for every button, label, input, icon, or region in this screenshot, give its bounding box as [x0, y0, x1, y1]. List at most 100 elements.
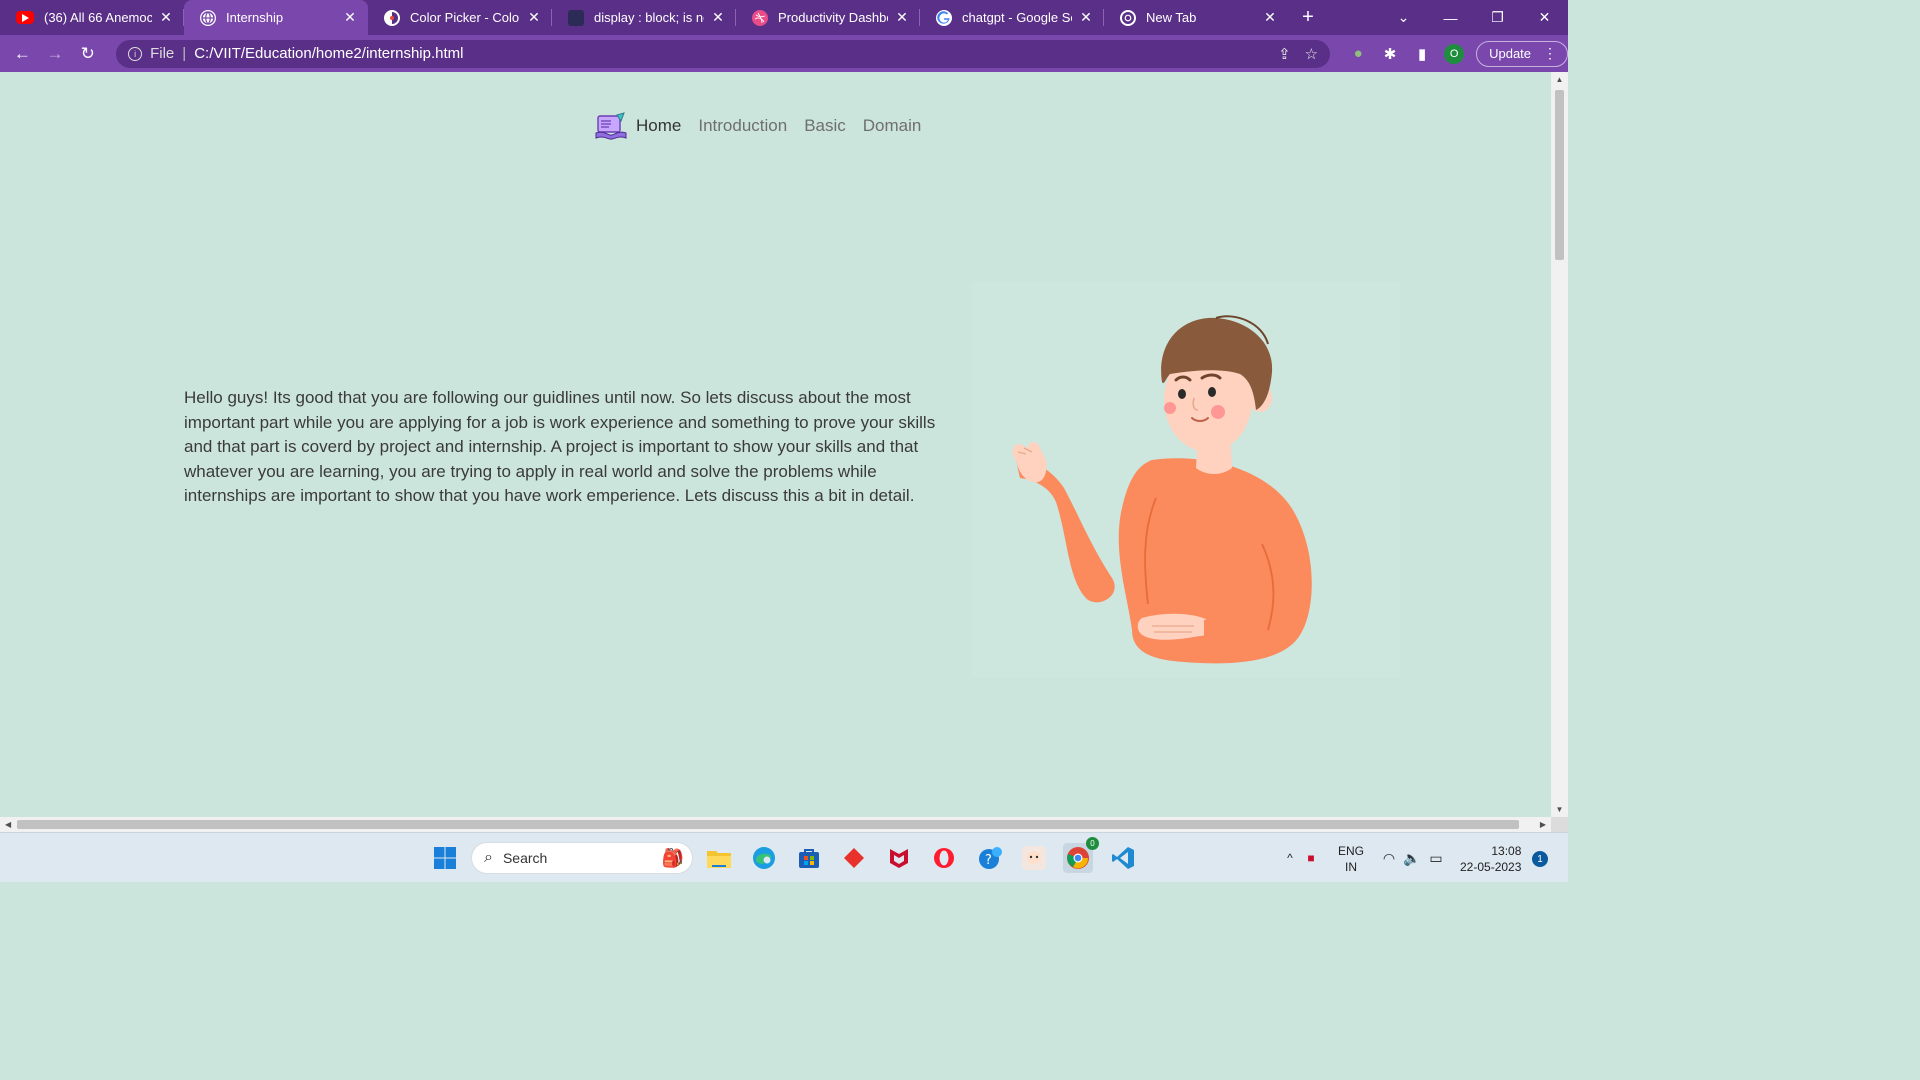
update-button[interactable]: Update ⋮ [1476, 40, 1569, 67]
address-bar[interactable]: i File | C:/VIIT/Education/home2/interns… [116, 39, 1331, 68]
tab-new-tab[interactable]: New Tab ✕ [1104, 0, 1288, 35]
taskbar-clock[interactable]: 13:08 22-05-2023 [1460, 843, 1521, 875]
game-app-icon[interactable] [1019, 843, 1049, 873]
close-icon[interactable]: ✕ [1262, 9, 1278, 26]
extension-icon[interactable]: ● [1342, 45, 1374, 62]
input-language[interactable]: ENG IN [1338, 843, 1364, 875]
tab-label: (36) All 66 Anemoculus [44, 10, 152, 25]
browser-toolbar: ← → ↻ i File | C:/VIIT/Education/home2/i… [0, 35, 1569, 72]
notification-badge[interactable]: 1 [1532, 851, 1548, 867]
close-window-icon[interactable]: ✕ [1521, 9, 1568, 26]
chrome-icon [1120, 9, 1136, 26]
back-icon[interactable]: ← [6, 44, 39, 64]
tab-stackoverflow[interactable]: display : block; is not ✕ [552, 0, 736, 35]
color-picker-icon [384, 9, 400, 26]
menu-dots-icon[interactable]: ⋮ [1543, 45, 1557, 62]
avatar[interactable]: O [1444, 43, 1465, 64]
windows-taskbar: ⌕ Search 🎒 ? 0 ^ ■ ENG IN ◠ 🔈 ▭ 13:08 22… [0, 832, 1568, 882]
scroll-left-icon[interactable]: ◀ [5, 817, 11, 832]
maximize-icon[interactable]: ❐ [1474, 9, 1521, 26]
close-icon[interactable]: ✕ [1078, 9, 1094, 26]
tab-dribbble[interactable]: Productivity Dashboar ✕ [736, 0, 920, 35]
new-tab-button[interactable]: + [1288, 6, 1328, 29]
tab-label: Productivity Dashboar [778, 10, 888, 25]
globe-icon [200, 9, 216, 26]
scrollbar-corner [1551, 817, 1568, 832]
youtube-icon [16, 11, 34, 24]
puzzle-icon[interactable]: ✱ [1374, 45, 1406, 63]
horizontal-scrollbar[interactable]: ◀ ▶ [0, 817, 1551, 832]
clock-date: 22-05-2023 [1460, 860, 1522, 874]
scroll-right-icon[interactable]: ▶ [1540, 817, 1546, 832]
nav-link-introduction[interactable]: Introduction [698, 116, 787, 136]
update-label: Update [1489, 46, 1532, 61]
url-scheme: File [150, 45, 175, 62]
show-hidden-icons-icon[interactable]: ^ [1282, 851, 1298, 865]
url-text[interactable]: C:/VIIT/Education/home2/internship.html [194, 45, 1264, 62]
help-chat-icon[interactable]: ? [975, 843, 1005, 873]
share-icon[interactable]: ⇪ [1278, 45, 1291, 63]
minimize-icon[interactable]: — [1427, 10, 1474, 26]
tab-label: Internship [226, 10, 284, 25]
page-viewport: Home Introduction Basic Domain Hello guy… [0, 72, 1551, 817]
url-divider: | [182, 45, 187, 62]
google-icon [936, 9, 952, 26]
close-icon[interactable]: ✕ [526, 9, 542, 26]
vertical-scrollbar[interactable]: ▲ ▼ [1551, 72, 1568, 817]
tab-internship[interactable]: Internship ✕ [184, 0, 368, 35]
svg-text:?: ? [985, 853, 992, 868]
intro-paragraph: Hello guys! Its good that you are follow… [184, 388, 936, 505]
scroll-up-icon[interactable]: ▲ [1551, 75, 1568, 84]
nav-link-basic[interactable]: Basic [804, 116, 846, 136]
tab-label: Color Picker - Color fr [410, 10, 520, 25]
opera-icon[interactable] [929, 843, 959, 873]
nav-link-domain[interactable]: Domain [863, 116, 922, 136]
search-icon: ⌕ [484, 849, 493, 866]
battery-icon: ▭ [1429, 849, 1443, 866]
tab-color-picker[interactable]: Color Picker - Color fr ✕ [368, 0, 552, 35]
bookmark-star-icon[interactable]: ☆ [1305, 45, 1318, 63]
stackoverflow-icon [568, 9, 584, 26]
close-icon[interactable]: ✕ [710, 9, 726, 26]
site-navbar: Home Introduction Basic Domain [595, 112, 938, 140]
close-icon[interactable]: ✕ [894, 9, 910, 26]
chrome-badge: 0 [1086, 837, 1099, 850]
windows-icon [434, 847, 456, 869]
file-explorer-icon[interactable] [704, 843, 734, 873]
vscode-icon[interactable] [1108, 843, 1138, 873]
tab-label: chatgpt - Google Sear [962, 10, 1072, 25]
forward-icon[interactable]: → [39, 44, 72, 64]
store-icon[interactable] [794, 843, 824, 873]
app-diamond-icon[interactable] [839, 843, 869, 873]
browser-tabstrip: (36) All 66 Anemoculus ✕ Internship ✕ Co… [0, 0, 1568, 35]
clock-time: 13:08 [1491, 844, 1522, 858]
side-panel-icon[interactable]: ▮ [1406, 45, 1438, 63]
tab-label: display : block; is not [594, 10, 704, 25]
reload-icon[interactable]: ↻ [71, 44, 104, 64]
region-code: IN [1345, 860, 1357, 874]
search-highlight-icon: 🎒 [661, 847, 684, 868]
taskbar-search[interactable]: ⌕ Search 🎒 [471, 842, 693, 874]
close-icon[interactable]: ✕ [342, 9, 358, 26]
quick-settings[interactable]: ◠ 🔈 ▭ [1378, 833, 1448, 883]
tray-app-icon[interactable]: ■ [1298, 851, 1324, 865]
tab-search-icon[interactable]: ⌄ [1380, 9, 1427, 26]
tab-google-search[interactable]: chatgpt - Google Sear ✕ [920, 0, 1104, 35]
dribbble-icon [752, 9, 768, 26]
close-icon[interactable]: ✕ [158, 9, 174, 26]
hero-illustration [972, 282, 1400, 677]
mcafee-icon[interactable] [884, 843, 914, 873]
volume-icon: 🔈 [1403, 849, 1421, 866]
toolbar-actions: ● ✱ ▮ O Update ⋮ [1342, 40, 1569, 67]
site-info-icon[interactable]: i [128, 46, 143, 61]
book-logo-icon [595, 112, 627, 140]
chrome-taskbar-icon[interactable]: 0 [1063, 837, 1099, 873]
tab-youtube[interactable]: (36) All 66 Anemoculus ✕ [0, 0, 184, 35]
start-button[interactable] [430, 843, 460, 873]
wifi-icon: ◠ [1382, 849, 1396, 866]
scrollbar-thumb[interactable] [17, 820, 1519, 829]
edge-icon[interactable] [749, 843, 779, 873]
nav-link-home[interactable]: Home [636, 116, 681, 136]
scroll-down-icon[interactable]: ▼ [1551, 805, 1568, 814]
scrollbar-thumb[interactable] [1555, 90, 1564, 260]
